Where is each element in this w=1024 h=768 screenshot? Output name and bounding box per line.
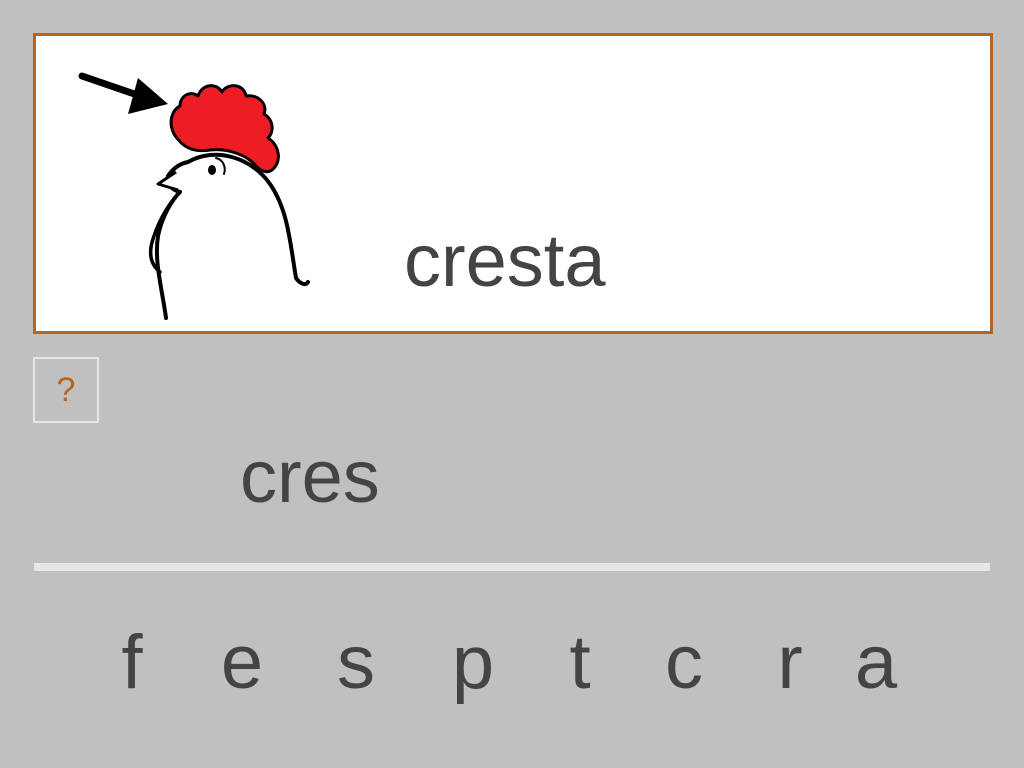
answer-text: cres — [240, 435, 380, 518]
letter-tile[interactable]: s — [326, 625, 386, 701]
help-button[interactable]: ? — [33, 357, 99, 423]
arrow-icon — [78, 72, 168, 114]
word-card: cresta — [33, 33, 993, 334]
letter-tile[interactable]: f — [102, 625, 162, 701]
help-label: ? — [56, 370, 76, 409]
rooster-comb-icon — [78, 72, 310, 320]
divider — [34, 563, 990, 571]
letter-tile[interactable]: c — [654, 625, 714, 701]
letter-tile[interactable]: t — [550, 625, 610, 701]
letter-tile[interactable]: e — [212, 625, 272, 701]
letter-tile[interactable]: r — [760, 625, 820, 701]
letter-tile[interactable]: a — [846, 625, 906, 701]
game-stage: cresta ? cres f e s p t c r a — [0, 0, 1024, 768]
target-word: cresta — [404, 219, 606, 302]
letter-tile[interactable]: p — [443, 625, 503, 701]
